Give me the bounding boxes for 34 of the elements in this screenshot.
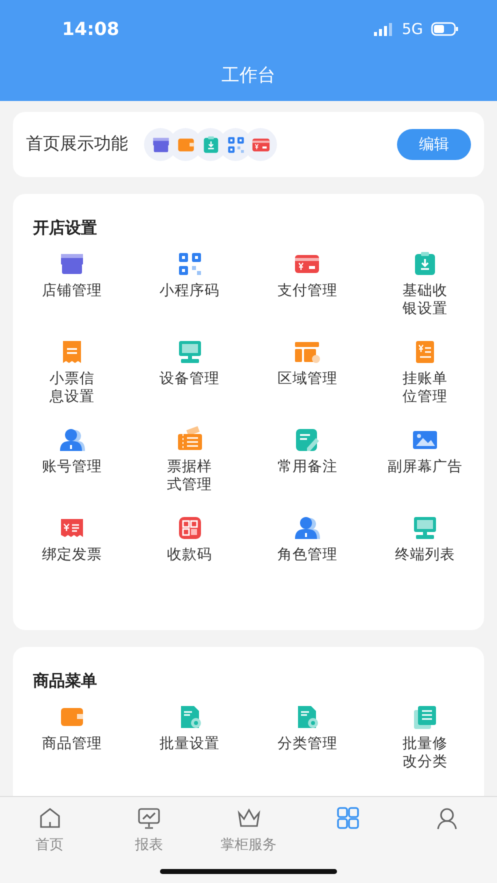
menu-item[interactable]: 小票信息设置 [42,370,102,406]
menu-item[interactable]: 批量修改分类 [395,735,455,771]
menu-item[interactable]: 分类管理 [277,735,338,753]
menu-item[interactable]: 绑定发票 [42,546,102,564]
section-title: 开店设置 [32,217,98,239]
section-title: 商品菜单 [32,670,98,692]
menu-item[interactable]: 基础收银设置 [395,282,455,318]
menu-item[interactable]: 店铺管理 [42,282,102,300]
menu-item[interactable]: 角色管理 [277,546,338,564]
qr-code-icon [226,134,246,154]
menu-item[interactable]: 票据样式管理 [160,458,220,494]
note-pen-icon [293,426,322,454]
menu-item[interactable]: 批量设置 [160,735,220,753]
menu-item[interactable]: 小程序码 [160,282,220,300]
menu-item[interactable]: 商品管理 [42,735,102,753]
menu-item[interactable]: 副屏幕广告 [388,458,463,476]
menu-item[interactable]: 常用备注 [277,458,338,476]
section-label: 首页展示功能 [26,132,128,156]
menu-item[interactable]: 设备管理 [160,370,220,388]
menu-item[interactable]: 收款码 [167,546,212,564]
chart-screen-icon [136,805,162,831]
menu-item[interactable]: 区域管理 [277,370,338,388]
person-icon [293,514,322,542]
page-title: 工作台 [220,64,276,88]
menu-item[interactable]: 账号管理 [42,458,102,476]
person-icon [58,426,86,454]
menu-item[interactable]: 支付管理 [277,282,338,300]
menu-item[interactable]: 挂账单位管理 [395,370,455,406]
network-type: 5G [402,18,423,40]
grid-icon [334,805,361,831]
signal-icon [374,22,394,36]
menu-item[interactable]: 终端列表 [395,546,456,564]
battery-icon [431,22,459,36]
clock-time: 14:08 [62,18,120,42]
